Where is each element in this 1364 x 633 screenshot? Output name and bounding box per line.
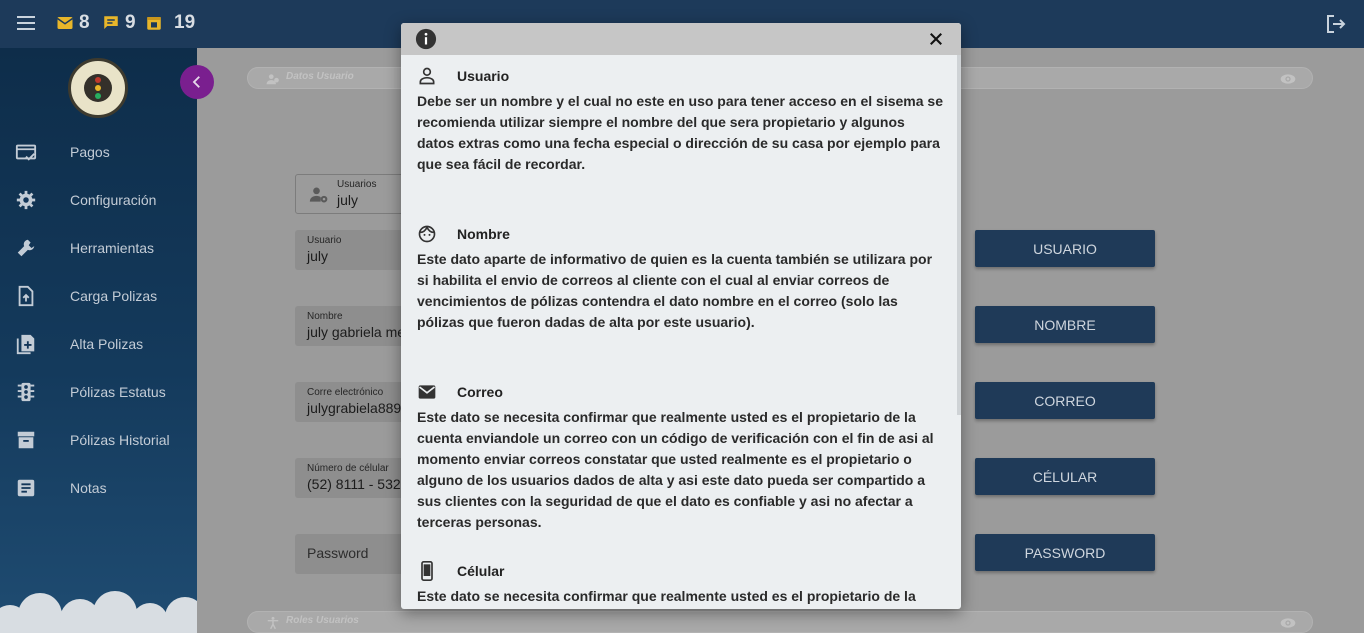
help-item-usuario: Usuario Debe ser un nombre y el cual no … [417, 65, 945, 175]
menu-icon[interactable] [14, 12, 38, 36]
sidebar-item-label: Notas [70, 480, 107, 496]
celular-field[interactable]: Número de célular (52) 8111 - 532 [295, 458, 415, 498]
sidebar-item-label: Carga Polizas [70, 288, 158, 304]
nombre-field[interactable]: Nombre july gabriela me [295, 306, 415, 346]
collapse-sidebar-button[interactable] [180, 65, 214, 99]
help-item-correo: Correo Este dato se necesita confirmar q… [417, 381, 945, 533]
correo-button[interactable]: CORREO [975, 382, 1155, 419]
sidebar-item-label: Herramientas [70, 240, 155, 256]
chevron-left-icon [192, 76, 200, 88]
help-item-title: Célular [457, 563, 505, 579]
help-item-text: Este dato aparte de informativo de quien… [417, 251, 933, 330]
help-item-text: Debe ser un nombre y el cual no este en … [417, 93, 944, 172]
sidebar-item-alta-polizas[interactable]: Alta Polizas [0, 324, 197, 364]
file-upload-icon [18, 285, 34, 307]
help-item-text: Este dato se necesita confirmar que real… [417, 409, 934, 530]
dialog-header [401, 23, 961, 55]
mail-icon [418, 385, 436, 399]
user-group-icon [266, 74, 279, 85]
correo-field[interactable]: Corre electrónico julygrabiela889 [295, 382, 415, 422]
section-title: Roles Usuarios [286, 615, 359, 626]
help-item-text: Este dato se necesita confirmar que real… [417, 588, 916, 604]
logout-icon[interactable] [1324, 12, 1348, 36]
archive-icon [17, 431, 35, 449]
info-dialog: Usuario Debe ser un nombre y el cual no … [401, 23, 961, 609]
sidebar-item-label: Pagos [70, 144, 110, 160]
password-placeholder: Password [307, 545, 369, 561]
nombre-field-value: july gabriela me [307, 324, 406, 340]
accessibility-icon [267, 616, 279, 630]
calendar-counter[interactable]: 19 [145, 12, 195, 34]
sidebar-item-polizas-estatus[interactable]: Pólizas Estatus [0, 372, 197, 412]
help-item-celular: Célular Este dato se necesita confirmar … [417, 560, 945, 609]
user-select[interactable]: Usuarios july [295, 174, 415, 214]
sidebar-item-polizas-historial[interactable]: Pólizas Historial [0, 420, 197, 460]
usuario-field-label: Usuario [307, 235, 342, 246]
correo-field-label: Corre electrónico [307, 387, 384, 398]
usuario-field-value: july [307, 248, 329, 264]
nombre-button[interactable]: NOMBRE [975, 306, 1155, 343]
sidebar-item-label: Pólizas Historial [70, 432, 170, 448]
celular-button[interactable]: CÉLULAR [975, 458, 1155, 495]
chat-icon [104, 16, 118, 29]
sidebar-item-notas[interactable]: Notas [0, 468, 197, 508]
face-icon [418, 225, 436, 243]
celular-field-value: (52) 8111 - 532 [307, 476, 401, 492]
clouds-decoration [0, 591, 197, 633]
user-select-label: Usuarios [337, 179, 377, 190]
sidebar-item-label: Configuración [70, 192, 157, 208]
sidebar-item-label: Alta Polizas [70, 336, 144, 352]
usuario-field[interactable]: Usuario july [295, 230, 415, 270]
close-icon[interactable] [927, 30, 945, 48]
user-select-value: july [337, 192, 359, 208]
eye-icon[interactable] [1280, 616, 1296, 630]
help-item-nombre: Nombre Este dato aparte de informativo d… [417, 223, 945, 333]
eye-icon[interactable] [1280, 72, 1296, 86]
smartphone-icon [421, 561, 433, 581]
help-item-title: Correo [457, 384, 503, 400]
document-add-icon [16, 334, 35, 355]
mail-count: 8 [79, 12, 90, 33]
password-button[interactable]: PASSWORD [975, 534, 1155, 571]
calendar-icon [147, 17, 161, 30]
info-icon [415, 28, 437, 50]
usuario-button[interactable]: USUARIO [975, 230, 1155, 267]
chat-count: 9 [125, 12, 136, 33]
gear-icon [16, 190, 36, 210]
dialog-body[interactable]: Usuario Debe ser un nombre y el cual no … [401, 55, 961, 609]
sidebar-item-label: Pólizas Estatus [70, 384, 166, 400]
chat-counter[interactable]: 9 [102, 12, 136, 34]
nombre-field-label: Nombre [307, 311, 343, 322]
sidebar-item-herramientas[interactable]: Herramientas [0, 228, 197, 268]
help-item-title: Nombre [457, 226, 510, 242]
payment-check-icon [15, 144, 37, 161]
person-outline-icon [419, 67, 435, 85]
wrench-icon [17, 239, 35, 257]
password-field[interactable]: Password [295, 534, 415, 574]
mail-icon [57, 17, 73, 29]
calendar-count: 19 [174, 12, 196, 33]
section-title: Datos Usuario [286, 71, 354, 82]
sidebar-item-configuracion[interactable]: Configuración [0, 180, 197, 220]
mail-counter[interactable]: 8 [56, 12, 90, 34]
user-gear-icon [309, 187, 328, 203]
traffic-light-icon [17, 382, 35, 402]
correo-field-value: julygrabiela889 [307, 400, 402, 416]
company-logo [68, 58, 128, 118]
help-item-title: Usuario [457, 68, 510, 84]
notes-icon [17, 479, 35, 497]
sidebar-item-pagos[interactable]: Pagos [0, 132, 197, 172]
sidebar: Pagos Configuración Herramientas Carga P… [0, 48, 197, 633]
section-roles-usuarios[interactable]: Roles Usuarios [247, 611, 1313, 633]
celular-field-label: Número de célular [307, 463, 389, 474]
sidebar-item-carga-polizas[interactable]: Carga Polizas [0, 276, 197, 316]
